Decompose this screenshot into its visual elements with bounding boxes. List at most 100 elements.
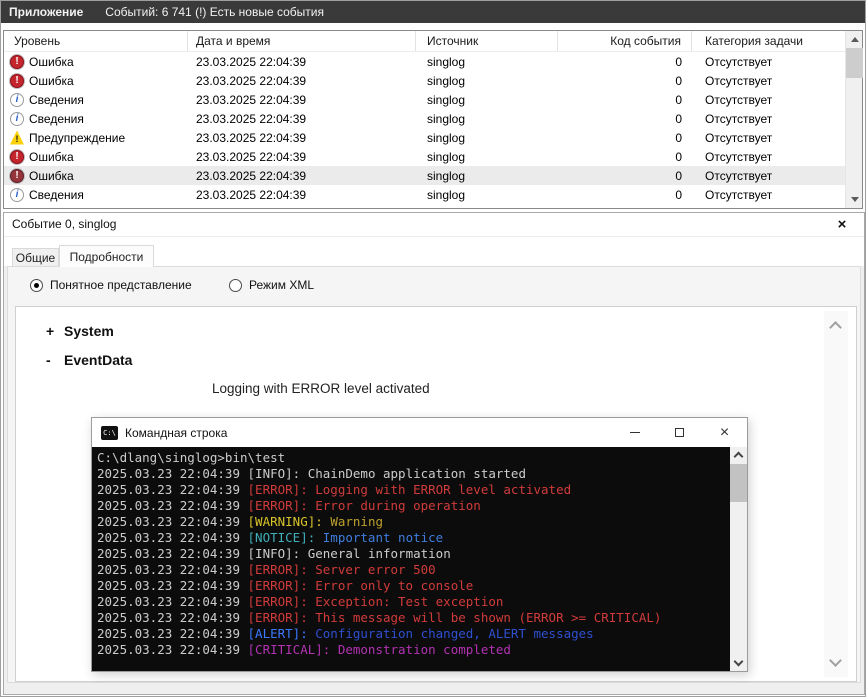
level-cell: ! Ошибка: [4, 166, 188, 185]
table-row[interactable]: iСведения23.03.2025 22:04:39singlog0Отсу…: [4, 90, 845, 109]
table-scrollbar[interactable]: [845, 31, 862, 208]
console-scrollbar[interactable]: [730, 447, 747, 671]
table-row[interactable]: !Ошибка23.03.2025 22:04:39singlog0Отсутс…: [4, 52, 845, 71]
collapse-icon[interactable]: -: [46, 352, 64, 368]
tree-label-system: System: [64, 323, 114, 339]
column-header-date[interactable]: Дата и время: [188, 31, 416, 51]
console-line: 2025.03.23 22:04:39 [ERROR]: Logging wit…: [97, 482, 730, 498]
category-cell: Отсутствует: [692, 185, 845, 204]
date-cell: 23.03.2025 22:04:39: [188, 90, 416, 109]
level-cell: ! Ошибка: [4, 52, 188, 71]
column-header-code[interactable]: Код события: [558, 31, 692, 51]
scroll-up-button[interactable]: [846, 31, 863, 48]
table-row[interactable]: !Ошибка23.03.2025 22:04:39singlog0Отсутс…: [4, 166, 845, 185]
info-icon: i: [10, 112, 24, 126]
level-label: Ошибка: [29, 169, 74, 183]
cmd-window-title: Командная строка: [125, 426, 612, 440]
category-cell: Отсутствует: [692, 166, 845, 185]
date-cell: 23.03.2025 22:04:39: [188, 71, 416, 90]
chevron-down-icon[interactable]: [734, 657, 744, 667]
table-row[interactable]: iСведения23.03.2025 22:04:39singlog0Отсу…: [4, 109, 845, 128]
scroll-thumb[interactable]: [846, 48, 863, 78]
close-icon[interactable]: ×: [832, 214, 852, 234]
tab-general[interactable]: Общие: [12, 248, 59, 266]
error-icon: !: [10, 169, 24, 183]
level-label: Сведения: [29, 188, 84, 202]
details-tab-page: Понятное представление Режим XML + Syste…: [7, 266, 861, 683]
table-row[interactable]: !Ошибка23.03.2025 22:04:39singlog0Отсутс…: [4, 147, 845, 166]
close-icon: ×: [720, 425, 729, 441]
date-cell: 23.03.2025 22:04:39: [188, 52, 416, 71]
code-cell: 0: [558, 128, 692, 147]
tree-node-eventdata: - EventData: [46, 352, 856, 368]
source-cell: singlog: [416, 71, 558, 90]
code-cell: 0: [558, 90, 692, 109]
radio-xml-view[interactable]: Режим XML: [229, 278, 314, 292]
level-cell: !Предупреждение: [4, 128, 188, 147]
chevron-up-icon[interactable]: [734, 452, 744, 462]
source-cell: singlog: [416, 128, 558, 147]
source-cell: singlog: [416, 166, 558, 185]
level-cell: i Сведения: [4, 185, 188, 204]
table-row[interactable]: !Предупреждение23.03.2025 22:04:39singlo…: [4, 128, 845, 147]
error-icon: !: [10, 150, 24, 164]
event-table: Уровень Дата и время Источник Код событи…: [3, 30, 863, 209]
date-cell: 23.03.2025 22:04:39: [188, 185, 416, 204]
console-line: 2025.03.23 22:04:39 [INFO]: ChainDemo ap…: [97, 466, 730, 482]
table-row[interactable]: !Ошибка23.03.2025 22:04:39singlog0Отсутс…: [4, 71, 845, 90]
cmd-icon: C:\: [101, 426, 118, 440]
chevron-up-icon[interactable]: [829, 321, 842, 334]
event-table-main: Уровень Дата и время Источник Код событи…: [4, 31, 845, 208]
console-scroll-thumb[interactable]: [730, 464, 747, 502]
console-line: 2025.03.23 22:04:39 [ERROR]: This messag…: [97, 610, 730, 626]
category-cell: Отсутствует: [692, 128, 845, 147]
minimize-button[interactable]: [612, 419, 657, 447]
source-cell: singlog: [416, 147, 558, 166]
console-line: C:\dlang\singlog>bin\test: [97, 450, 730, 466]
level-label: Ошибка: [29, 55, 74, 69]
date-cell: 23.03.2025 22:04:39: [188, 128, 416, 147]
cmd-body: C:\dlang\singlog>bin\test2025.03.23 22:0…: [92, 447, 747, 671]
minimize-icon: [630, 432, 640, 433]
cmd-titlebar[interactable]: C:\ Командная строка ×: [92, 418, 747, 447]
chevron-down-icon[interactable]: [829, 654, 842, 667]
info-icon: i: [10, 188, 24, 202]
view-mode-radios: Понятное представление Режим XML: [8, 278, 860, 296]
column-header-source[interactable]: Источник: [416, 31, 558, 51]
bottom-strip: [7, 683, 861, 691]
column-header-level[interactable]: Уровень: [4, 31, 188, 51]
event-rows: !Ошибка23.03.2025 22:04:39singlog0Отсутс…: [4, 52, 845, 204]
radio-unselected-icon: [229, 279, 242, 292]
content-scrollbar[interactable]: [824, 311, 848, 677]
column-header-category[interactable]: Категория задачи: [692, 31, 845, 51]
tree-node-system: + System: [46, 323, 856, 339]
warning-icon: !: [10, 131, 24, 145]
console-line: 2025.03.23 22:04:39 [ERROR]: Server erro…: [97, 562, 730, 578]
category-cell: Отсутствует: [692, 90, 845, 109]
scroll-down-button[interactable]: [846, 191, 863, 208]
console-line: 2025.03.23 22:04:39 [INFO]: General info…: [97, 546, 730, 562]
error-icon: !: [10, 55, 24, 69]
level-label: Сведения: [29, 93, 84, 107]
console-line: 2025.03.23 22:04:39 [WARNING]: Warning: [97, 514, 730, 530]
expand-icon[interactable]: +: [46, 323, 64, 339]
arrow-down-icon: [851, 197, 859, 202]
maximize-icon: [675, 428, 684, 437]
console-line: 2025.03.23 22:04:39 [ERROR]: Exception: …: [97, 594, 730, 610]
maximize-button[interactable]: [657, 419, 702, 447]
table-row[interactable]: iСведения23.03.2025 22:04:39singlog0Отсу…: [4, 185, 845, 204]
close-window-button[interactable]: ×: [702, 419, 747, 447]
level-cell: !Ошибка: [4, 71, 188, 90]
tab-details[interactable]: Подробности: [59, 245, 154, 267]
level-cell: !Ошибка: [4, 147, 188, 166]
event-count-status: Событий: 6 741 (!) Есть новые события: [105, 5, 324, 19]
radio-friendly-view[interactable]: Понятное представление: [30, 278, 192, 292]
command-prompt-window: C:\ Командная строка × C:\dlang\singlog>…: [91, 417, 748, 672]
title-separator: [4, 236, 864, 237]
level-label: Сведения: [29, 112, 84, 126]
console-line: 2025.03.23 22:04:39 [ALERT]: Configurati…: [97, 626, 730, 642]
log-titlebar: Приложение Событий: 6 741 (!) Есть новые…: [1, 1, 865, 23]
level-cell: i Сведения: [4, 109, 188, 128]
console-line: 2025.03.23 22:04:39 [ERROR]: Error durin…: [97, 498, 730, 514]
level-label: Ошибка: [29, 74, 74, 88]
